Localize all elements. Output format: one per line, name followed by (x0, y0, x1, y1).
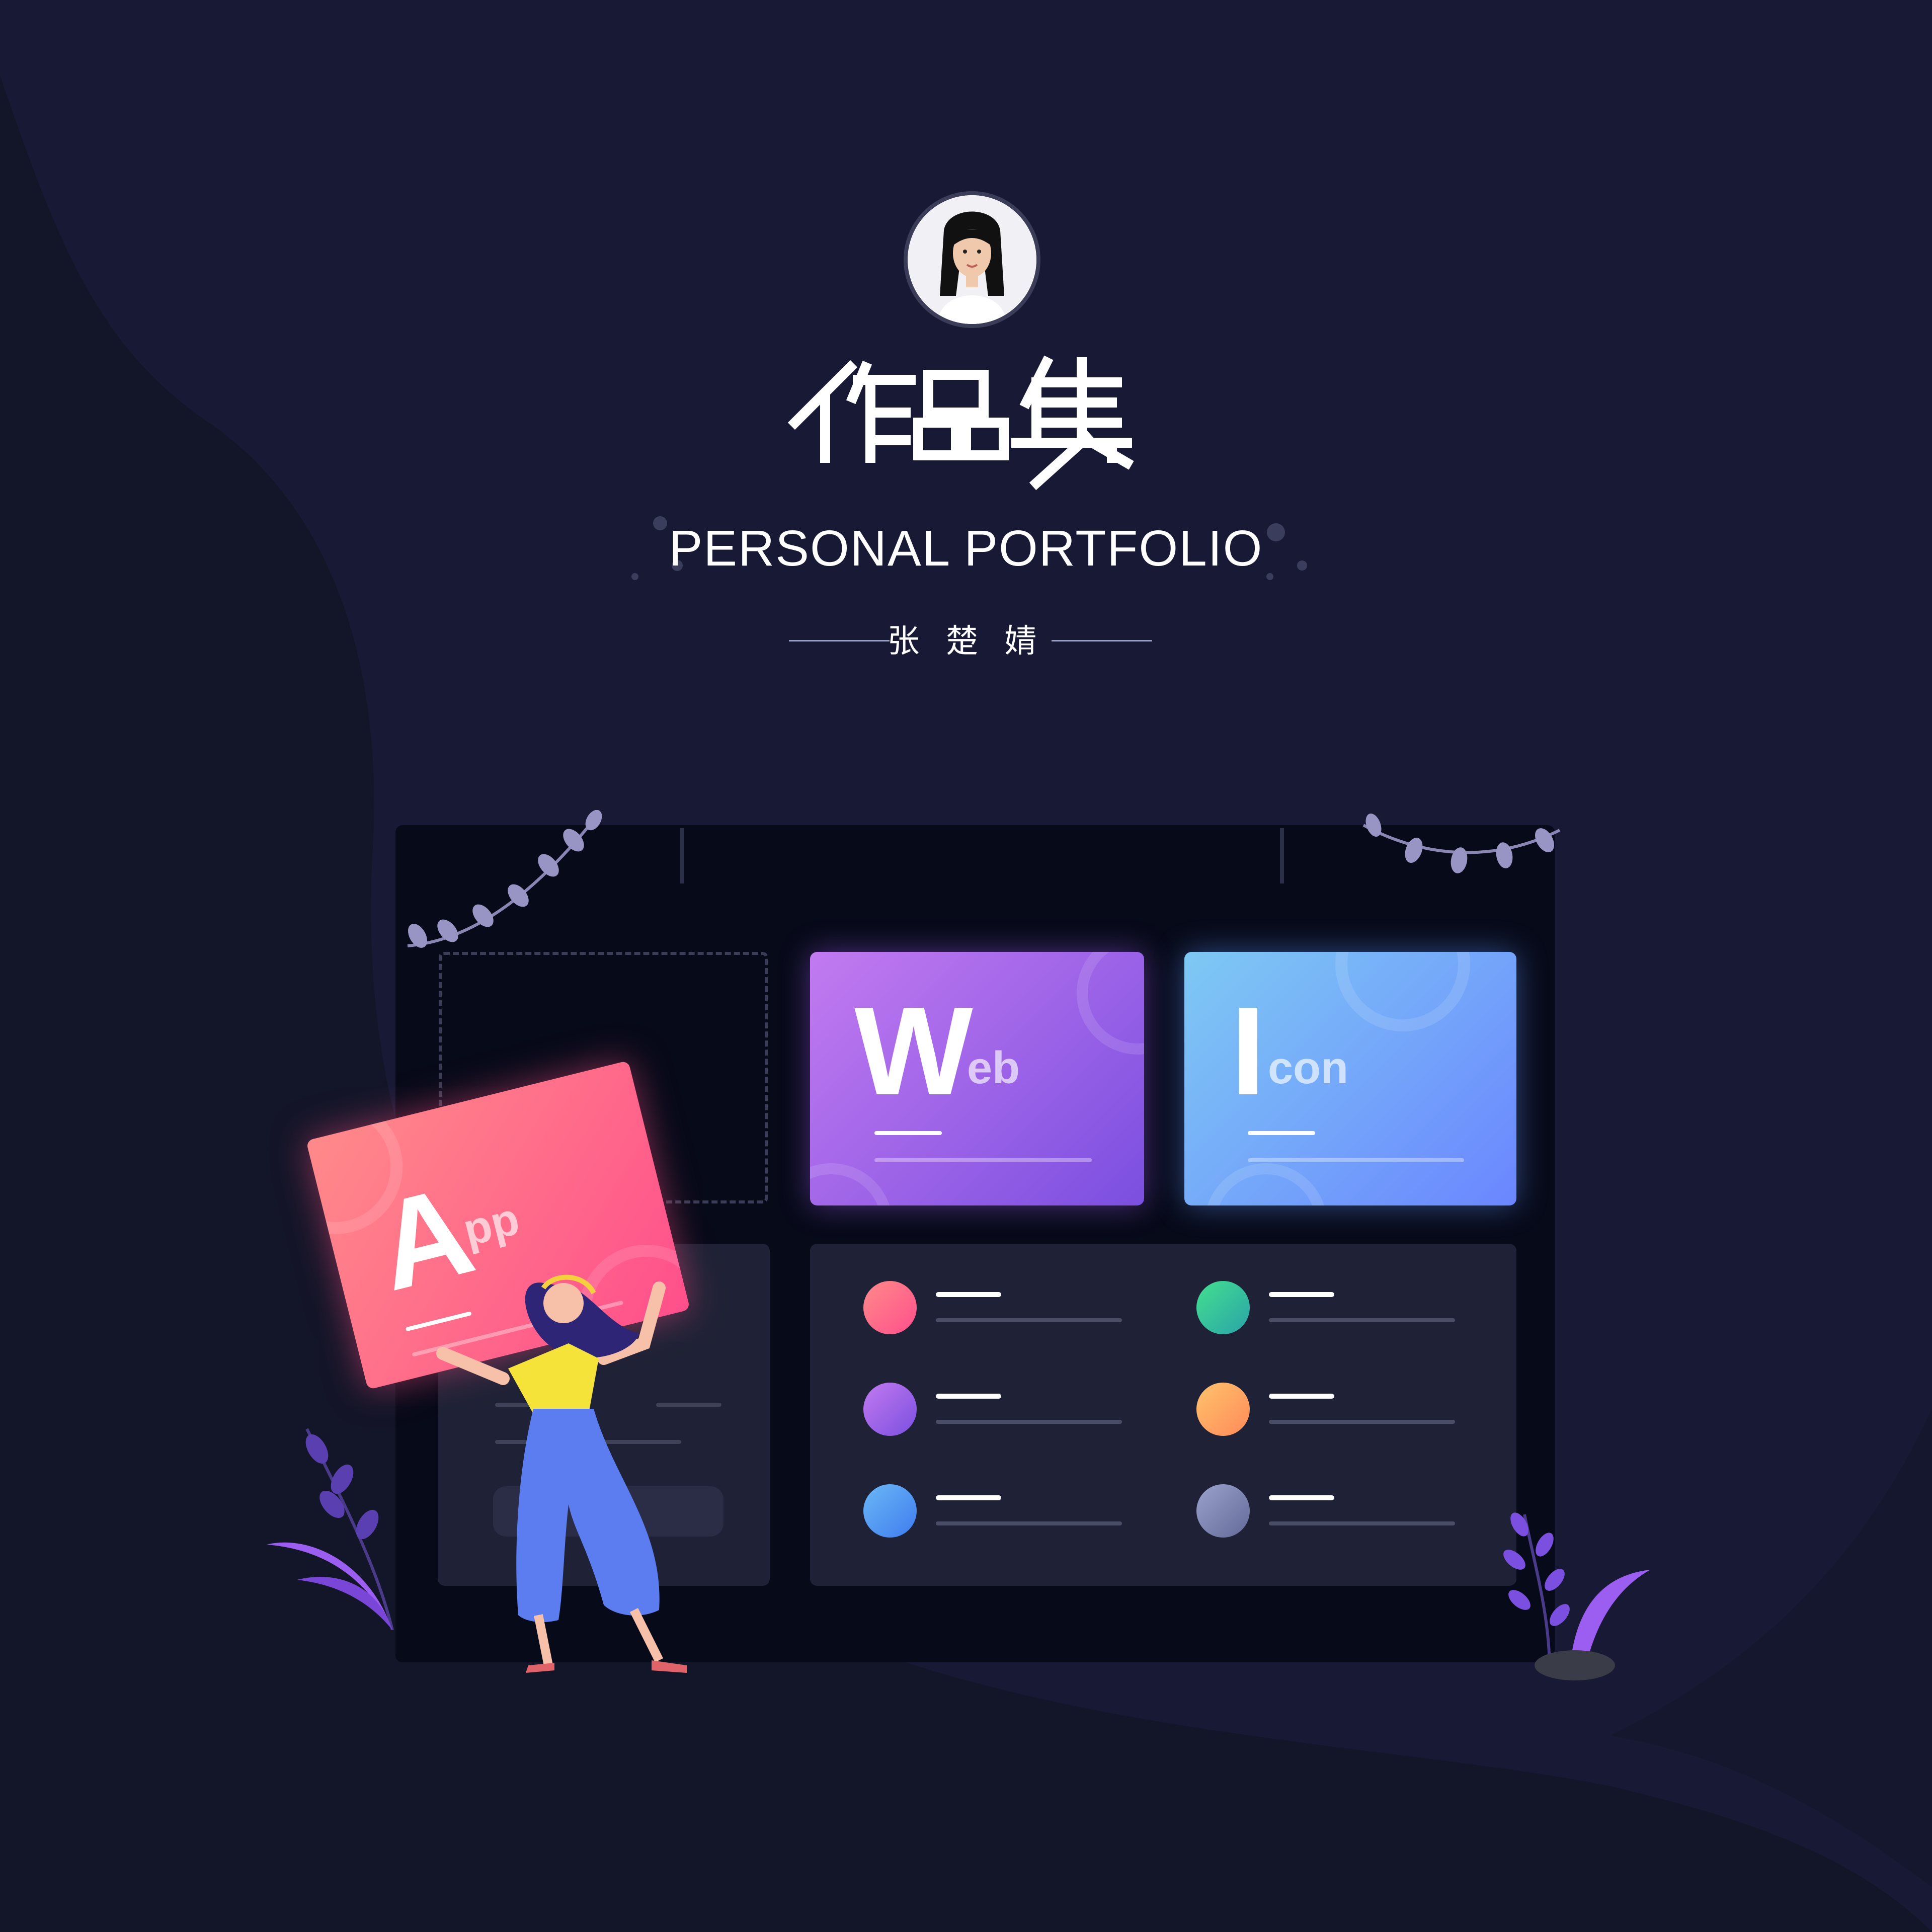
list-title (936, 1292, 1001, 1297)
list-subtitle (936, 1318, 1122, 1322)
list-subtitle (936, 1521, 1122, 1525)
subtitle: PERSONAL PORTFOLIO (669, 520, 1263, 577)
list-dot (1196, 1383, 1250, 1436)
card-line (874, 1131, 942, 1135)
icon-card[interactable]: I con (1184, 952, 1516, 1205)
list-subtitle (1269, 1318, 1455, 1322)
author-name: 张 楚 婧 (887, 623, 1045, 660)
icon-card-initial: I (1231, 981, 1266, 1121)
card-decor-ring (1335, 952, 1470, 1031)
card-line (874, 1158, 1092, 1162)
list-title (936, 1495, 1001, 1500)
divider-left (789, 640, 890, 641)
leaf-plant-icon (1503, 1512, 1650, 1680)
vine-branch-icon (1362, 813, 1561, 873)
web-card-rest: eb (967, 1043, 1020, 1093)
title-logo (787, 355, 1134, 491)
list-title (1269, 1394, 1334, 1399)
woman-illustration-icon (436, 1274, 687, 1673)
card-decor-ring (1077, 952, 1144, 1055)
list-dot (863, 1281, 917, 1334)
avatar (904, 191, 1040, 328)
icon-card-rest: con (1268, 1043, 1349, 1093)
app-card-rest: pp (458, 1193, 524, 1256)
list-dot (1196, 1484, 1250, 1538)
list-subtitle (1269, 1420, 1455, 1424)
web-card-initial: W (854, 981, 973, 1121)
web-card[interactable]: W eb (810, 952, 1144, 1205)
list-title (936, 1394, 1001, 1399)
card-decor-ring (1204, 1163, 1327, 1205)
list-subtitle (936, 1420, 1122, 1424)
list-dot (863, 1484, 917, 1538)
avatar-photo-icon (908, 195, 1036, 324)
board-tab-marker (680, 828, 684, 883)
list-title (1269, 1495, 1334, 1500)
card-line (1248, 1158, 1464, 1162)
list-title (1269, 1292, 1334, 1297)
vine-branch-icon (407, 810, 602, 948)
list-panel (810, 1244, 1516, 1586)
list-dot (1196, 1281, 1250, 1334)
card-line (1248, 1131, 1315, 1135)
card-decor-ring (810, 1163, 893, 1205)
divider-right (1052, 640, 1152, 641)
list-subtitle (1269, 1521, 1455, 1525)
leaf-plant-icon (267, 1428, 394, 1630)
list-dot (863, 1383, 917, 1436)
board-tab-marker (1280, 828, 1284, 883)
